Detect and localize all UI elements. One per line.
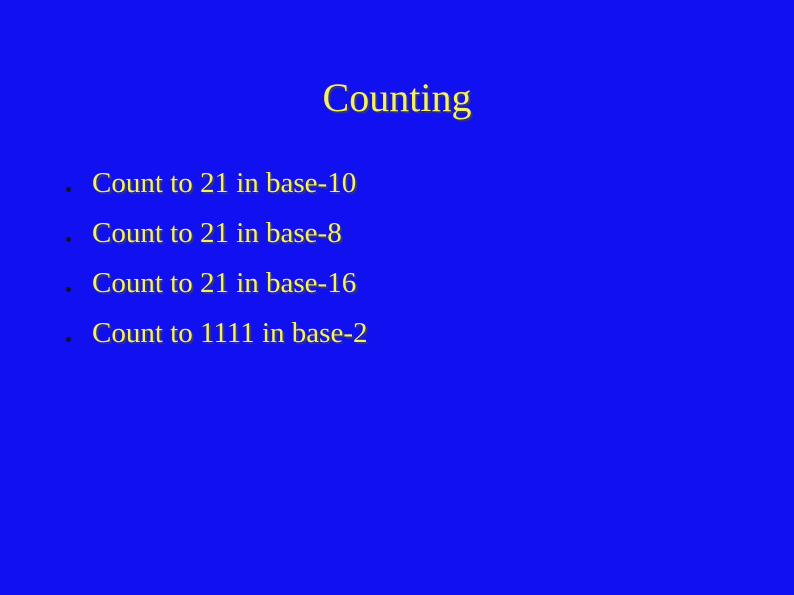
bullet-icon bbox=[66, 287, 71, 292]
bullet-text: Count to 21 in base-10 bbox=[92, 167, 357, 199]
bullet-text: Count to 21 in base-16 bbox=[92, 267, 357, 299]
bullet-icon bbox=[66, 237, 71, 242]
bullet-text: Count to 1111 in base-2 bbox=[92, 317, 368, 349]
bullet-icon bbox=[66, 187, 71, 192]
bullet-icon bbox=[66, 337, 71, 342]
slide-title: Counting bbox=[322, 75, 472, 120]
bullet-text: Count to 21 in base-8 bbox=[92, 217, 342, 249]
